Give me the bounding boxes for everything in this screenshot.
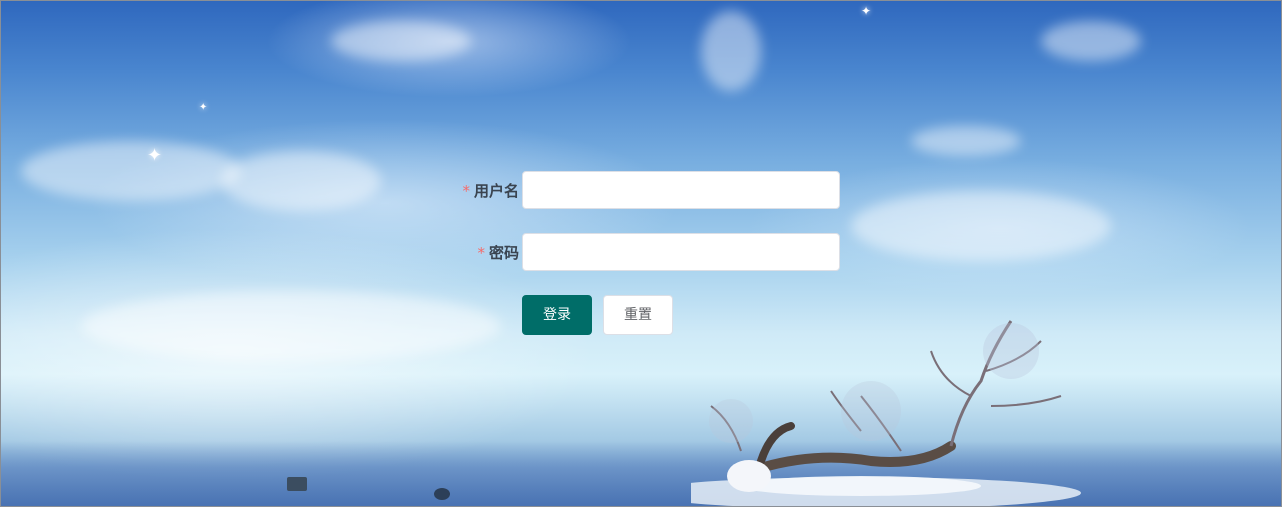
password-label-text: 密码: [488, 244, 519, 262]
password-input[interactable]: [522, 233, 840, 271]
username-label: * 用户名: [462, 171, 519, 211]
rock-decoration: [434, 488, 450, 500]
cloud-decoration: [81, 291, 501, 361]
required-asterisk: *: [462, 182, 470, 200]
username-label-text: 用户名: [473, 182, 519, 200]
required-asterisk: *: [477, 244, 485, 262]
sparkle-icon: ✦: [199, 102, 208, 113]
cloud-decoration: [221, 151, 381, 211]
login-page-background: ✦ ✦ ✦ * 用户名 * 密码 登录 重置: [0, 0, 1282, 507]
hut-decoration: [287, 477, 307, 491]
login-form: * 用户名 * 密码 登录 重置: [431, 171, 851, 335]
cloud-decoration: [851, 191, 1111, 261]
tree-island-illustration: [691, 320, 1081, 506]
form-actions: 登录 重置: [522, 295, 673, 335]
password-label: * 密码: [477, 233, 519, 273]
username-form-item: * 用户名: [431, 171, 851, 211]
reset-button[interactable]: 重置: [603, 295, 673, 335]
login-button[interactable]: 登录: [522, 295, 592, 335]
cloud-decoration: [1041, 21, 1141, 61]
cloud-decoration: [911, 126, 1021, 156]
cloud-decoration: [331, 21, 471, 61]
cloud-decoration: [21, 141, 241, 201]
username-input[interactable]: [522, 171, 840, 209]
password-form-item: * 密码: [431, 233, 851, 273]
sparkle-icon: ✦: [861, 4, 872, 18]
sparkle-icon: ✦: [147, 145, 163, 166]
cloud-decoration: [701, 11, 761, 91]
